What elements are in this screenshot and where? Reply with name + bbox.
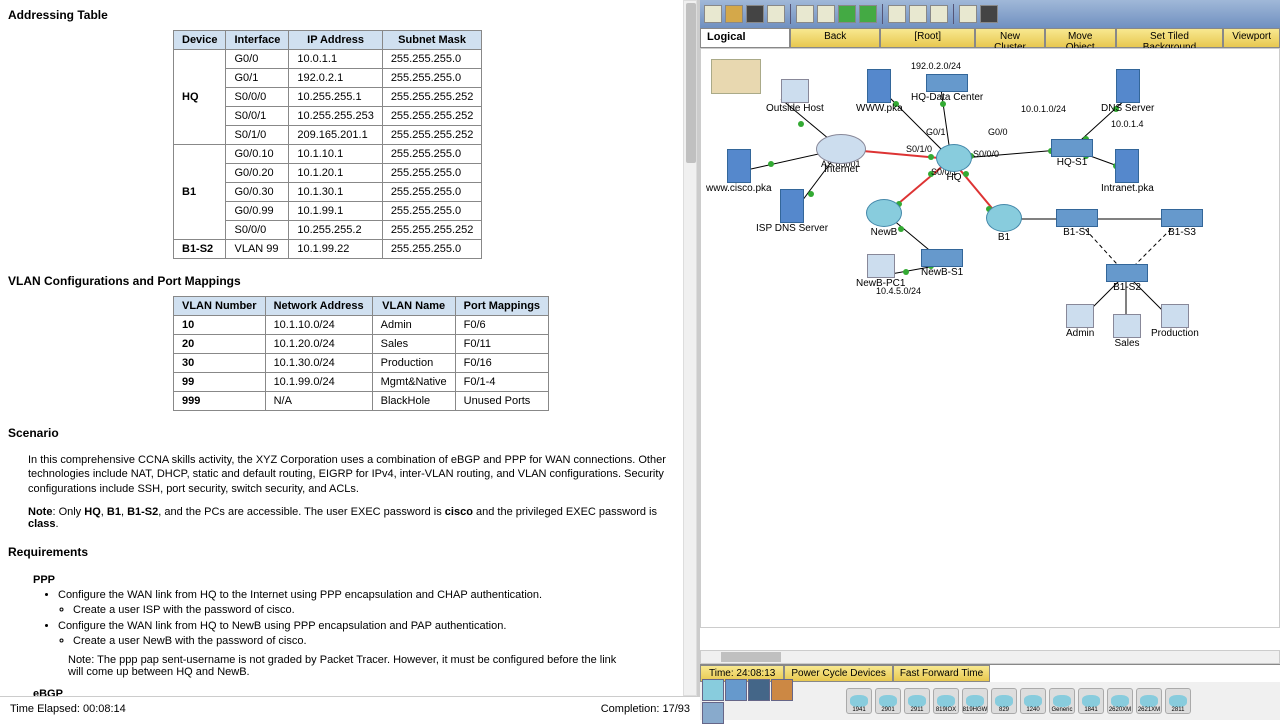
ppp-note: Note: The ppp pap sent-username is not g… (28, 649, 669, 683)
topology-canvas[interactable]: 192.0.2.0/24 10.0.1.0/24 10.4.5.0/24 10.… (700, 48, 1280, 628)
iface-label: G0/1 (926, 127, 946, 137)
logical-hierarchy-icon[interactable] (711, 59, 761, 94)
node-hq[interactable]: HQ (936, 144, 972, 183)
paste-icon[interactable] (817, 5, 835, 23)
node-isp-dns[interactable]: ISP DNS Server (756, 189, 828, 234)
viewport-button[interactable]: Viewport (1223, 28, 1280, 48)
node-production[interactable]: Production (1151, 304, 1199, 339)
iface-label: S0/0/0 (973, 149, 999, 159)
topology-hscrollbar[interactable] (700, 650, 1280, 664)
left-scrollbar[interactable] (683, 0, 697, 696)
vlan-title: VLAN Configurations and Port Mappings (8, 274, 689, 288)
instructions-pane: Addressing Table Device Interface IP Add… (0, 0, 700, 696)
status-bar: Time Elapsed: 00:08:14 Completion: 17/93 (0, 696, 700, 720)
device-model-819HGW[interactable]: 819HGW (962, 688, 988, 714)
ebgp-heading: eBGP (33, 688, 669, 696)
device-model-2811[interactable]: 2811 (1165, 688, 1191, 714)
device-model-2901[interactable]: 2901 (875, 688, 901, 714)
tiled-bg-button[interactable]: Set Tiled Background (1116, 28, 1224, 48)
device-palette: 194129012911819IOX819HGW8291240Generic18… (700, 682, 1280, 720)
redo-icon[interactable] (859, 5, 877, 23)
device-model-1941[interactable]: 1941 (846, 688, 872, 714)
node-hq-s1[interactable]: HQ-S1 (1051, 139, 1093, 168)
scenario-text: In this comprehensive CCNA skills activi… (8, 448, 689, 501)
node-dns-server[interactable]: DNS Server (1101, 69, 1154, 114)
device-category-connection[interactable] (702, 702, 724, 724)
packet-tracer-pane: Logical Back [Root] New Cluster Move Obj… (700, 0, 1280, 720)
custom-icon[interactable] (980, 5, 998, 23)
copy-icon[interactable] (796, 5, 814, 23)
node-admin[interactable]: Admin (1066, 304, 1094, 339)
node-b1-s1[interactable]: B1-S1 (1056, 209, 1098, 238)
iface-label: S0/1/0 (906, 144, 932, 154)
node-www-cisco[interactable]: www.cisco.pka (706, 149, 772, 194)
device-category-hub[interactable] (748, 679, 770, 701)
print-icon[interactable] (767, 5, 785, 23)
device-model-2911[interactable]: 2911 (904, 688, 930, 714)
node-intranet[interactable]: Intranet.pka (1101, 149, 1154, 194)
main-toolbar (700, 0, 1280, 28)
node-b1-s3[interactable]: B1-S3 (1161, 209, 1203, 238)
fast-forward-button[interactable]: Fast Forward Time (893, 665, 990, 682)
scenario-title: Scenario (8, 426, 689, 440)
zoom-out-icon[interactable] (930, 5, 948, 23)
palette-icon[interactable] (959, 5, 977, 23)
requirements-title: Requirements (8, 545, 689, 559)
device-model-Generic[interactable]: Generic (1049, 688, 1075, 714)
device-category-switch[interactable] (725, 679, 747, 701)
new-cluster-button[interactable]: New Cluster (975, 28, 1044, 48)
device-model-1841[interactable]: 1841 (1078, 688, 1104, 714)
device-model-2620XM[interactable]: 2620XM (1107, 688, 1133, 714)
device-model-1240[interactable]: 1240 (1020, 688, 1046, 714)
node-hq-dc[interactable]: HQ-Data Center (911, 74, 983, 103)
completion: Completion: 17/93 (601, 703, 690, 715)
node-newb-pc1[interactable]: NewB-PC1 (856, 254, 905, 289)
logical-tab[interactable]: Logical (700, 28, 790, 48)
device-category-router[interactable] (702, 679, 724, 701)
ppp-heading: PPP (33, 574, 669, 586)
addressing-table: Device Interface IP Address Subnet Mask … (173, 30, 482, 259)
time-elapsed: Time Elapsed: 00:08:14 (10, 703, 126, 715)
scenario-note: Note: Only HQ, B1, B1-S2, and the PCs ar… (8, 501, 689, 535)
save-icon[interactable] (746, 5, 764, 23)
device-model-829[interactable]: 829 (991, 688, 1017, 714)
node-internet[interactable]: Internet (816, 134, 866, 175)
device-model-2621XM[interactable]: 2621XM (1136, 688, 1162, 714)
node-sales[interactable]: Sales (1113, 314, 1141, 349)
open-icon[interactable] (725, 5, 743, 23)
root-button[interactable]: [Root] (880, 28, 975, 48)
nav-bar: Logical Back [Root] New Cluster Move Obj… (700, 28, 1280, 48)
device-model-819IOX[interactable]: 819IOX (933, 688, 959, 714)
node-www-pka[interactable]: WWW.pka (856, 69, 903, 114)
vlan-table: VLAN Number Network Address VLAN Name Po… (173, 296, 549, 411)
ppp-list: Configure the WAN link from HQ to the In… (58, 588, 669, 650)
node-b1[interactable]: B1 (986, 204, 1022, 243)
device-category-wireless[interactable] (771, 679, 793, 701)
node-b1-s2[interactable]: B1-S2 (1106, 264, 1148, 293)
back-button[interactable]: Back (790, 28, 880, 48)
node-newb[interactable]: NewB (866, 199, 902, 238)
addressing-title: Addressing Table (8, 8, 689, 22)
zoom-reset-icon[interactable] (909, 5, 927, 23)
node-outside-host[interactable]: Outside Host (766, 79, 824, 114)
iface-label: G0/0 (988, 127, 1008, 137)
net-label: 192.0.2.0/24 (911, 61, 961, 71)
net-label: 10.0.1.0/24 (1021, 104, 1066, 114)
undo-icon[interactable] (838, 5, 856, 23)
zoom-in-icon[interactable] (888, 5, 906, 23)
ip-label: 10.0.1.4 (1111, 119, 1144, 129)
new-icon[interactable] (704, 5, 722, 23)
node-newb-s1[interactable]: NewB-S1 (921, 249, 963, 278)
move-object-button[interactable]: Move Object (1045, 28, 1116, 48)
